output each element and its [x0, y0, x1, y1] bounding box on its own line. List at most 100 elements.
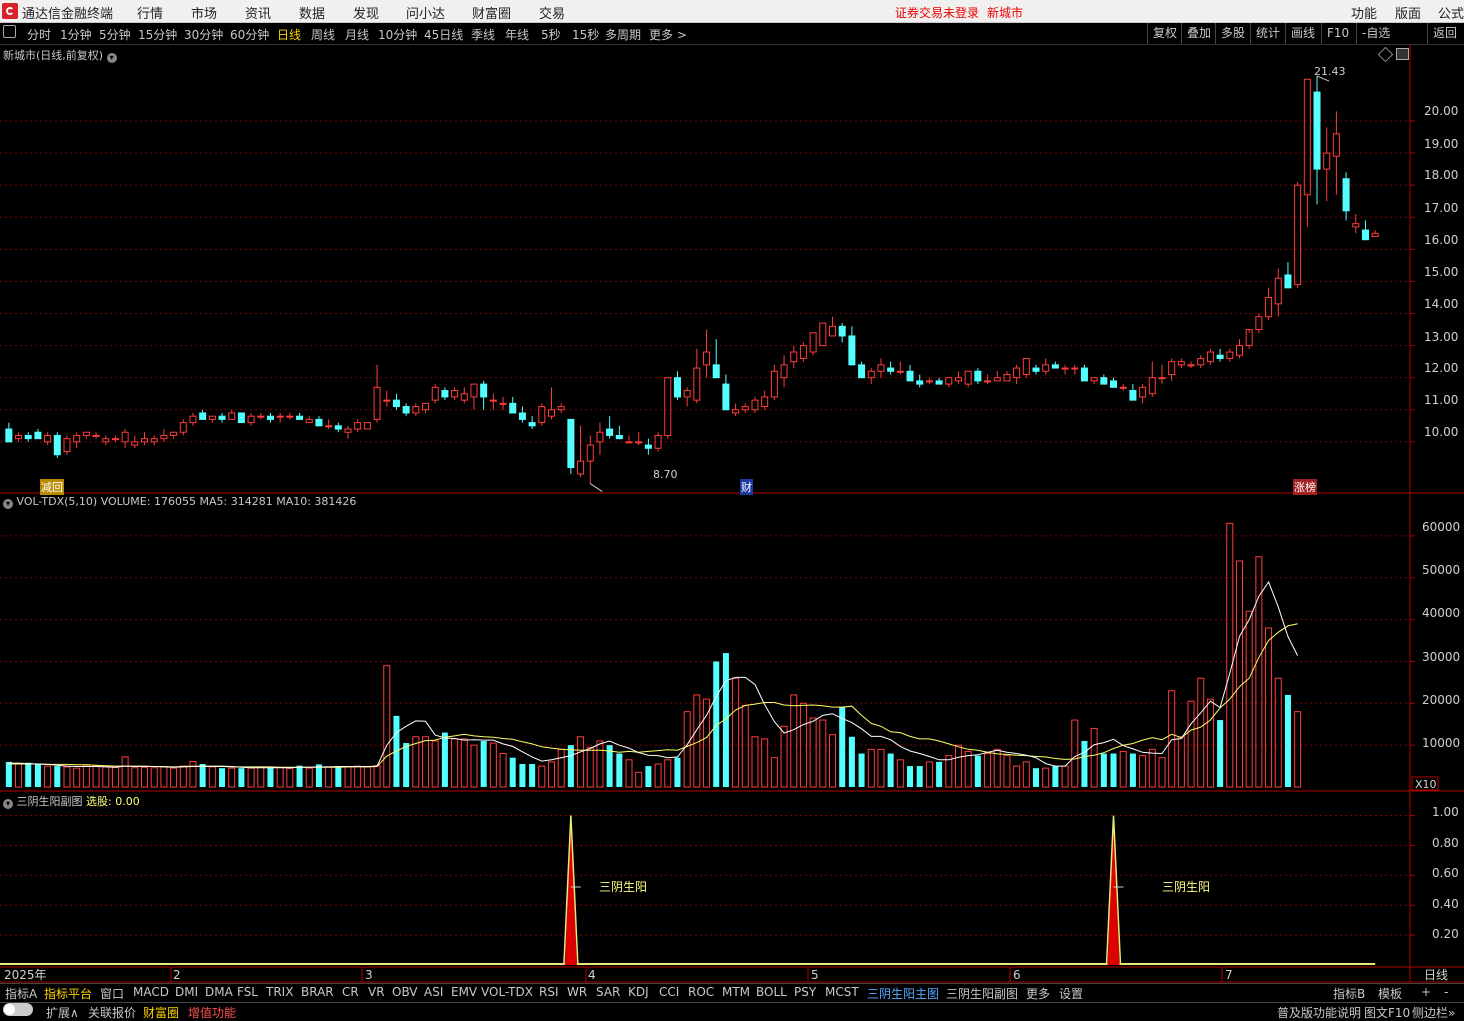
tag-reduce[interactable]: 减回: [40, 479, 64, 495]
tab-sanyin-main[interactable]: 三阴生阳主图: [865, 985, 941, 1002]
tab-cci[interactable]: CCI: [657, 985, 681, 999]
candle-body-up: [1206, 351, 1214, 363]
dropdown-icon[interactable]: ▾: [106, 53, 117, 63]
candle-body-down: [974, 370, 982, 382]
tab-indicator-b[interactable]: 指标B: [1331, 985, 1367, 1002]
tab-vol-tdx[interactable]: VOL-TDX: [479, 985, 535, 999]
x-axis-label: 6: [1013, 968, 1021, 982]
tab-indicator-platform[interactable]: 指标平台: [42, 985, 94, 1002]
dropdown-icon[interactable]: ▾: [3, 799, 13, 809]
sidebar-toggle[interactable]: 侧边栏»: [1412, 1004, 1455, 1021]
candle-body-up: [1022, 357, 1030, 375]
tab-cr[interactable]: CR: [340, 985, 361, 999]
candle-body-down: [518, 412, 526, 420]
basic-version-info[interactable]: 普及版功能说明: [1277, 1004, 1361, 1021]
tab-sar[interactable]: SAR: [594, 985, 622, 999]
price-tick: 18.00: [1424, 168, 1458, 182]
volume-bar-down: [5, 761, 12, 787]
tab-template[interactable]: 模板: [1376, 985, 1404, 1002]
volume-bar-down: [1052, 766, 1059, 787]
volume-bar-up: [586, 746, 594, 788]
candle-body-down: [1051, 364, 1059, 369]
remove-window-button[interactable]: -: [1442, 985, 1450, 999]
volume-bar-up: [305, 767, 313, 788]
tab-fsl[interactable]: FSL: [235, 985, 260, 999]
candle-body-up: [131, 441, 139, 446]
tab-window[interactable]: 窗口: [98, 985, 126, 1002]
add-window-button[interactable]: +: [1419, 985, 1433, 999]
volume-bar-up: [819, 719, 827, 788]
tab-obv[interactable]: OBV: [390, 985, 420, 999]
volume-bar-down: [529, 763, 536, 787]
tab-more[interactable]: 更多: [1024, 985, 1052, 1002]
tab-trix[interactable]: TRIX: [264, 985, 295, 999]
candle-body-down: [509, 402, 517, 414]
tab-psy[interactable]: PSY: [792, 985, 818, 999]
volume-bar-up: [751, 736, 759, 788]
wealth-circle-button[interactable]: 财富圈: [143, 1004, 179, 1021]
volume-bar-up: [1158, 757, 1166, 788]
tab-wr[interactable]: WR: [565, 985, 589, 999]
volume-bar-up: [1294, 711, 1302, 788]
stock-title: 新城市(日线,前复权): [3, 49, 104, 62]
tag-gainers[interactable]: 涨榜: [1293, 479, 1317, 495]
candle-body-up: [1323, 152, 1331, 170]
candle-body-down: [24, 434, 32, 440]
tab-vr[interactable]: VR: [366, 985, 387, 999]
tab-mcst[interactable]: MCST: [823, 985, 861, 999]
tab-dmi[interactable]: DMI: [173, 985, 200, 999]
candle-body-up: [577, 460, 585, 475]
volume-bar-up: [460, 738, 468, 788]
volume-bar-up: [664, 759, 672, 788]
ma10-value: 381426: [314, 495, 357, 508]
candle-body-up: [247, 415, 255, 424]
tab-mtm[interactable]: MTM: [720, 985, 752, 999]
volume-bar-up: [121, 756, 129, 788]
window-icon[interactable]: [1396, 48, 1409, 60]
candle-body-down: [441, 390, 449, 398]
tab-emv[interactable]: EMV: [449, 985, 479, 999]
volume-bar-down: [848, 736, 855, 787]
candle-body-down: [1342, 178, 1350, 212]
candle-body-down: [1361, 229, 1369, 241]
volume-bar-up: [1022, 761, 1030, 788]
candle-body-up: [73, 434, 81, 443]
volume-bar-down: [645, 766, 652, 787]
tab-settings[interactable]: 设置: [1057, 985, 1085, 1002]
value-added-button[interactable]: 增值功能: [188, 1004, 236, 1021]
low-marker: [589, 483, 603, 492]
kline-chart[interactable]: 20.00 19.00 18.00 17.00 16.00 15.00 14.0…: [0, 0, 1464, 1020]
candle-body-down: [1110, 380, 1118, 388]
volume-bar-up: [102, 765, 110, 788]
tag-finance[interactable]: 财: [740, 479, 753, 495]
tab-brar[interactable]: BRAR: [299, 985, 336, 999]
toggle-switch[interactable]: [3, 1003, 33, 1016]
tab-kdj[interactable]: KDJ: [626, 985, 651, 999]
candle-body-up: [703, 351, 711, 366]
tab-boll[interactable]: BOLL: [754, 985, 789, 999]
candle-body-down: [615, 434, 623, 440]
volume-bar-up: [451, 738, 459, 788]
volume-bar-down: [907, 766, 914, 787]
signal-tick: 0.60: [1432, 866, 1459, 880]
signal-label: 三阴生阳: [1162, 880, 1210, 894]
volume-bar-up: [131, 767, 139, 788]
x-axis-label: 7: [1225, 968, 1233, 982]
tab-macd[interactable]: MACD: [131, 985, 171, 999]
volume-series: [5, 522, 1302, 788]
tab-roc[interactable]: ROC: [686, 985, 716, 999]
tab-dma[interactable]: DMA: [203, 985, 235, 999]
candle-body-up: [1235, 345, 1243, 356]
tab-sanyin-sub[interactable]: 三阴生阳副图: [944, 985, 1020, 1002]
tab-indicator-a[interactable]: 指标A: [3, 985, 39, 1002]
candle-body-up: [305, 418, 313, 424]
dropdown-icon[interactable]: ▾: [3, 499, 13, 509]
expand-button[interactable]: 扩展∧: [46, 1004, 79, 1021]
tab-rsi[interactable]: RSI: [537, 985, 561, 999]
candle-body-down: [296, 415, 304, 420]
tab-asi[interactable]: ASI: [422, 985, 445, 999]
volume-bar-up: [1139, 755, 1147, 788]
related-quotes-button[interactable]: 关联报价: [88, 1004, 136, 1021]
volume-bar-down: [219, 768, 226, 787]
f10-graphic-button[interactable]: 图文F10: [1364, 1004, 1410, 1021]
